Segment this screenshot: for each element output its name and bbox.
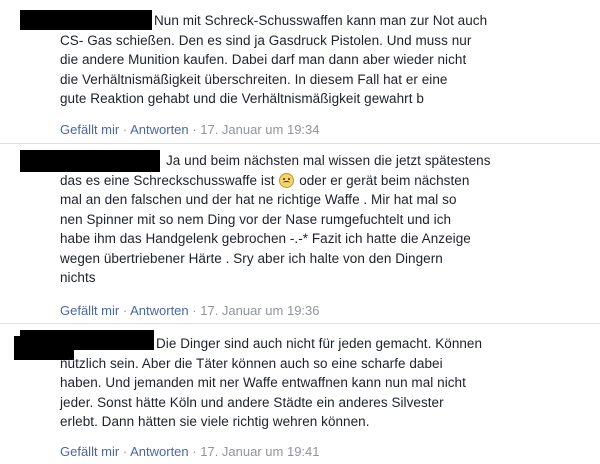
- like-link[interactable]: Gefällt mir: [60, 303, 119, 318]
- comment-line: das es eine Schreckschusswaffe ist oder …: [60, 171, 491, 191]
- comment-text: Ja und beim nächsten mal wissen die jetz…: [60, 151, 491, 288]
- comment-line: gute Reaktion gehabt und die Verhältnism…: [60, 91, 424, 106]
- separator: ·: [192, 444, 197, 459]
- like-link[interactable]: Gefällt mir: [60, 444, 119, 459]
- comment-line: jeder. Sonst hätte Köln und andere Städt…: [60, 394, 444, 410]
- separator: ·: [122, 122, 128, 137]
- comment-line: Ja und beim nächsten mal wissen die jetz…: [166, 153, 491, 168]
- timestamp[interactable]: 17. Januar um 19:34: [200, 122, 319, 137]
- confused-face-icon: [279, 172, 295, 188]
- comment-line: die Verhältnismäßigkeit überschreiten. I…: [60, 71, 448, 87]
- like-link[interactable]: Gefällt mir: [60, 122, 119, 137]
- comment-actions: Gefällt mir · Antworten · 17. Januar um …: [60, 303, 320, 319]
- comment-text: Die Dinger sind auch nicht für jeden gem…: [60, 334, 482, 432]
- comment-line: wegen übertriebener Härte . Sry aber ich…: [60, 250, 443, 266]
- comment-fragment: das es eine Schreckschusswaffe ist: [60, 172, 275, 188]
- comment-fragment: oder er gerät beim nächsten: [299, 172, 470, 188]
- comment-line: nichts: [60, 270, 96, 285]
- comment-line: mal an den falschen und der hat ne richt…: [60, 192, 457, 207]
- comment-line: erlebt. Dann hätten sie viele richtig we…: [60, 414, 370, 429]
- comment-line: nen Spinner mit so nem Ding vor der Nase…: [60, 211, 452, 227]
- divider: [0, 323, 600, 324]
- separator: ·: [122, 444, 128, 459]
- comment-text: Nun mit Schreck-Schusswaffen kann man zu…: [60, 11, 487, 109]
- comment-line: haben. Und jemanden mit ner Waffe entwaf…: [60, 375, 466, 390]
- separator: ·: [192, 303, 197, 318]
- comment-line: die andere Munition kaufen. Dabei darf m…: [60, 52, 467, 67]
- reply-link[interactable]: Antworten: [130, 303, 189, 318]
- comment-line: nützlich sein. Aber die Täter können auc…: [60, 355, 443, 371]
- separator: ·: [122, 303, 128, 318]
- comment-actions: Gefällt mir · Antworten · 17. Januar um …: [60, 122, 320, 138]
- comment-line: Nun mit Schreck-Schusswaffen kann man zu…: [154, 13, 488, 28]
- comment-actions: Gefällt mir · Antworten · 17. Januar um …: [60, 444, 320, 460]
- comment-line: habe ihm das Handgelenk gebrochen -.-* F…: [60, 231, 471, 246]
- timestamp[interactable]: 17. Januar um 19:41: [200, 444, 319, 459]
- comment-line: CS- Gas schießen. Den es sind ja Gasdruc…: [60, 32, 472, 48]
- divider: [0, 143, 600, 144]
- timestamp[interactable]: 17. Januar um 19:36: [200, 303, 319, 318]
- separator: ·: [192, 122, 197, 137]
- comment-line: Die Dinger sind auch nicht für jeden gem…: [156, 336, 483, 351]
- reply-link[interactable]: Antworten: [130, 444, 189, 459]
- reply-link[interactable]: Antworten: [130, 122, 189, 137]
